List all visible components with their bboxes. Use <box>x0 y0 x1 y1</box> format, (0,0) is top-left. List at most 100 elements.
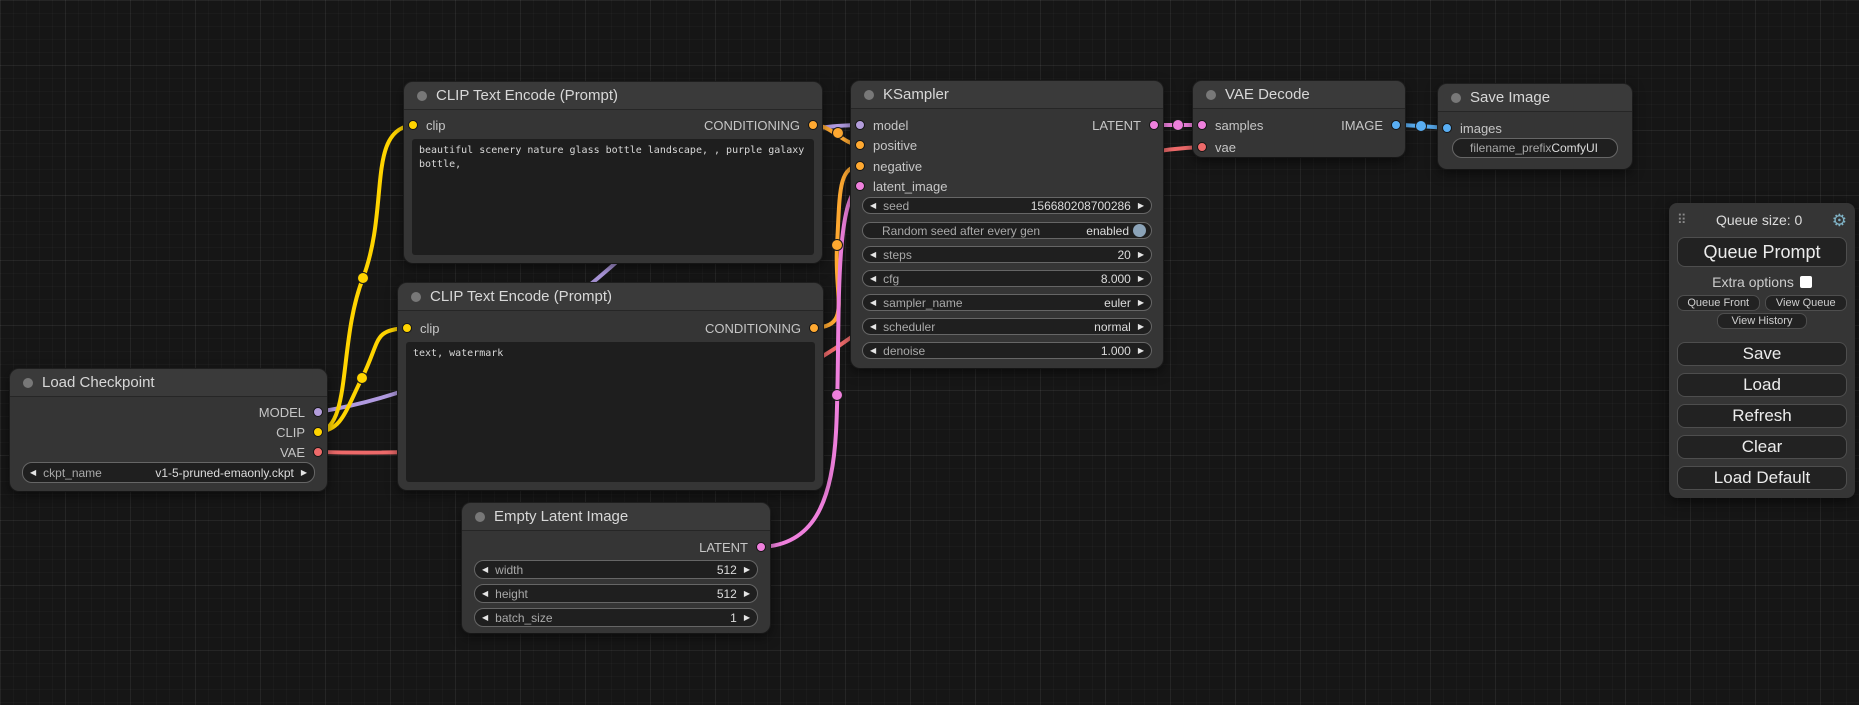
save-button[interactable]: Save <box>1677 342 1847 366</box>
extra-options-checkbox[interactable] <box>1800 276 1812 288</box>
output-slot-latent[interactable]: LATENT <box>466 538 766 556</box>
collapse-dot-icon[interactable] <box>411 292 421 302</box>
collapse-dot-icon[interactable] <box>475 512 485 522</box>
view-queue-button[interactable]: View Queue <box>1765 295 1848 311</box>
collapse-dot-icon[interactable] <box>1451 93 1461 103</box>
input-dot-images[interactable] <box>1442 123 1452 133</box>
increment-arrow-icon[interactable]: ▶ <box>1138 202 1144 210</box>
increment-arrow-icon[interactable]: ▶ <box>301 469 307 477</box>
link-dot[interactable] <box>358 273 369 284</box>
queue-panel[interactable]: ⠿ Queue size: 0 ⚙ Queue Prompt Extra opt… <box>1669 203 1855 498</box>
node-load-checkpoint[interactable]: Load Checkpoint MODEL CLIP VAE ◀ ckpt_na… <box>10 369 327 491</box>
view-history-button[interactable]: View History <box>1717 313 1807 329</box>
node-title-bar[interactable]: Save Image <box>1438 84 1632 112</box>
increment-arrow-icon[interactable]: ▶ <box>1138 299 1144 307</box>
node-title-bar[interactable]: Empty Latent Image <box>462 503 770 531</box>
decrement-arrow-icon[interactable]: ◀ <box>870 299 876 307</box>
widget-filename-prefix[interactable]: filename_prefix ComfyUI <box>1452 138 1618 158</box>
output-slot-image[interactable]: IMAGE <box>1197 116 1401 134</box>
increment-arrow-icon[interactable]: ▶ <box>1138 275 1144 283</box>
node-clip-text-encode-negative[interactable]: CLIP Text Encode (Prompt) clip CONDITION… <box>398 283 823 490</box>
input-slot-latent-image[interactable]: latent_image <box>855 177 1159 195</box>
widget-steps[interactable]: ◀ steps 20 ▶ <box>862 246 1152 263</box>
decrement-arrow-icon[interactable]: ◀ <box>870 202 876 210</box>
decrement-arrow-icon[interactable]: ◀ <box>870 323 876 331</box>
increment-arrow-icon[interactable]: ▶ <box>744 590 750 598</box>
input-slot-positive[interactable]: positive <box>855 136 1159 154</box>
widget-batch-size[interactable]: ◀ batch_size 1 ▶ <box>474 608 758 627</box>
output-dot-model[interactable] <box>313 407 323 417</box>
output-slot-conditioning[interactable]: CONDITIONING <box>402 319 819 337</box>
settings-gear-icon[interactable]: ⚙ <box>1832 212 1847 229</box>
output-dot-conditioning[interactable] <box>809 323 819 333</box>
widget-sampler-name[interactable]: ◀ sampler_name euler ▶ <box>862 294 1152 311</box>
toggle-circle-icon[interactable] <box>1133 224 1146 237</box>
output-slot-vae[interactable]: VAE <box>14 443 323 461</box>
decrement-arrow-icon[interactable]: ◀ <box>870 347 876 355</box>
drag-handle-icon[interactable]: ⠿ <box>1677 212 1687 228</box>
widget-cfg[interactable]: ◀ cfg 8.000 ▶ <box>862 270 1152 287</box>
collapse-dot-icon[interactable] <box>864 90 874 100</box>
input-slot-images[interactable]: images <box>1442 119 1628 137</box>
link-dot[interactable] <box>1173 120 1184 131</box>
decrement-arrow-icon[interactable]: ◀ <box>482 614 488 622</box>
widget-height[interactable]: ◀ height 512 ▶ <box>474 584 758 603</box>
output-dot-clip[interactable] <box>313 427 323 437</box>
node-save-image[interactable]: Save Image images filename_prefix ComfyU… <box>1438 84 1632 169</box>
prompt-textarea[interactable]: text, watermark <box>406 342 815 482</box>
widget-ckpt-name[interactable]: ◀ ckpt_name v1-5-pruned-emaonly.ckpt ▶ <box>22 462 315 483</box>
prompt-textarea[interactable]: beautiful scenery nature glass bottle la… <box>412 139 814 255</box>
increment-arrow-icon[interactable]: ▶ <box>744 614 750 622</box>
link-dot[interactable] <box>357 373 368 384</box>
widget-width[interactable]: ◀ width 512 ▶ <box>474 560 758 579</box>
input-dot-negative[interactable] <box>855 161 865 171</box>
increment-arrow-icon[interactable]: ▶ <box>1138 251 1144 259</box>
node-ksampler[interactable]: KSampler model LATENT positive negative … <box>851 81 1163 368</box>
input-slot-negative[interactable]: negative <box>855 157 1159 175</box>
output-slot-clip[interactable]: CLIP <box>14 423 323 441</box>
decrement-arrow-icon[interactable]: ◀ <box>870 275 876 283</box>
collapse-dot-icon[interactable] <box>23 378 33 388</box>
input-dot-positive[interactable] <box>855 140 865 150</box>
node-title-bar[interactable]: CLIP Text Encode (Prompt) <box>398 283 823 311</box>
node-empty-latent-image[interactable]: Empty Latent Image LATENT ◀ width 512 ▶ … <box>462 503 770 633</box>
output-dot-vae[interactable] <box>313 447 323 457</box>
widget-random-seed-toggle[interactable]: Random seed after every gen enabled <box>862 222 1152 239</box>
output-dot-conditioning[interactable] <box>808 120 818 130</box>
widget-denoise[interactable]: ◀ denoise 1.000 ▶ <box>862 342 1152 359</box>
node-title-bar[interactable]: Load Checkpoint <box>10 369 327 397</box>
input-dot-vae[interactable] <box>1197 142 1207 152</box>
node-vae-decode[interactable]: VAE Decode samples IMAGE vae <box>1193 81 1405 157</box>
load-button[interactable]: Load <box>1677 373 1847 397</box>
link-dot[interactable] <box>832 390 843 401</box>
node-title-bar[interactable]: VAE Decode <box>1193 81 1405 109</box>
collapse-dot-icon[interactable] <box>417 91 427 101</box>
queue-prompt-button[interactable]: Queue Prompt <box>1677 237 1847 267</box>
comfyui-canvas[interactable]: { "colors": { "model": "#b39ddb", "clip"… <box>0 0 1859 705</box>
decrement-arrow-icon[interactable]: ◀ <box>482 566 488 574</box>
widget-scheduler[interactable]: ◀ scheduler normal ▶ <box>862 318 1152 335</box>
output-slot-conditioning[interactable]: CONDITIONING <box>408 116 818 134</box>
increment-arrow-icon[interactable]: ▶ <box>744 566 750 574</box>
output-dot-image[interactable] <box>1391 120 1401 130</box>
node-title-bar[interactable]: CLIP Text Encode (Prompt) <box>404 82 822 110</box>
output-slot-model[interactable]: MODEL <box>14 403 323 421</box>
increment-arrow-icon[interactable]: ▶ <box>1138 347 1144 355</box>
node-title-bar[interactable]: KSampler <box>851 81 1163 109</box>
decrement-arrow-icon[interactable]: ◀ <box>30 469 36 477</box>
decrement-arrow-icon[interactable]: ◀ <box>482 590 488 598</box>
input-slot-vae[interactable]: vae <box>1197 138 1401 156</box>
queue-front-button[interactable]: Queue Front <box>1677 295 1760 311</box>
link-dot[interactable] <box>832 240 843 251</box>
clear-button[interactable]: Clear <box>1677 435 1847 459</box>
link-dot[interactable] <box>1416 121 1427 132</box>
output-dot-latent[interactable] <box>1149 120 1159 130</box>
widget-seed[interactable]: ◀ seed 156680208700286 ▶ <box>862 197 1152 214</box>
load-default-button[interactable]: Load Default <box>1677 466 1847 490</box>
link-dot[interactable] <box>833 128 844 139</box>
collapse-dot-icon[interactable] <box>1206 90 1216 100</box>
refresh-button[interactable]: Refresh <box>1677 404 1847 428</box>
output-dot-latent[interactable] <box>756 542 766 552</box>
node-clip-text-encode-positive[interactable]: CLIP Text Encode (Prompt) clip CONDITION… <box>404 82 822 263</box>
decrement-arrow-icon[interactable]: ◀ <box>870 251 876 259</box>
